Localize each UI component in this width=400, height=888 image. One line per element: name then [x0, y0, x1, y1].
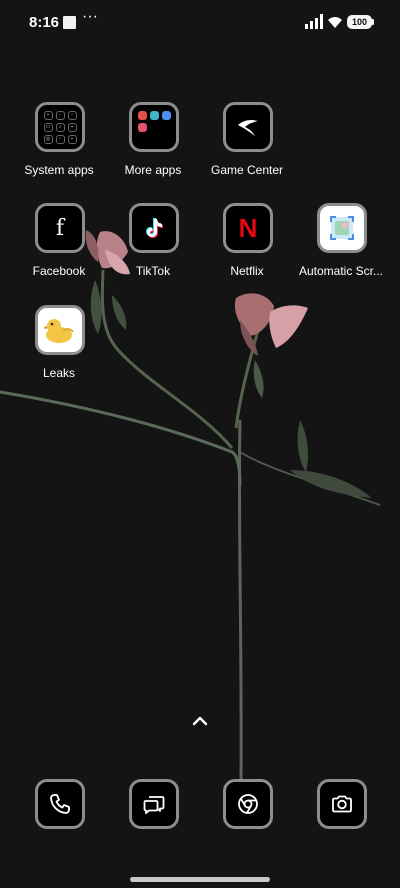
game-center-icon: [223, 102, 273, 152]
mini-app-icon: ▪: [67, 122, 77, 132]
mini-app-icon: ▫: [55, 134, 65, 144]
app-automatic-scr[interactable]: Automatic Scr...: [294, 203, 388, 289]
mini-app-icon: [161, 110, 171, 120]
mini-app-icon: ◦: [55, 110, 65, 120]
app-label: Leaks: [42, 366, 76, 380]
signal-icon: [305, 14, 323, 29]
mini-app-icon: ◎: [43, 134, 53, 144]
app-system-apps[interactable]: ▪ ◦ ▫ ▭ ♪ ▪ ◎ ▫ ▪ System apps: [12, 102, 106, 188]
notification-icon: [63, 16, 76, 29]
camera-icon: [332, 795, 352, 813]
mini-app-icon: [161, 134, 171, 144]
duck-icon: [35, 305, 85, 355]
more-notifications-icon: ···: [82, 8, 98, 25]
battery-icon: 100: [347, 15, 372, 29]
screenshot-glyph-icon: [330, 216, 354, 240]
mini-app-icon: [137, 134, 147, 144]
dock-phone[interactable]: [35, 779, 85, 829]
status-time: 8:16: [29, 14, 60, 31]
status-bar: 8:16 ··· 100: [0, 0, 400, 46]
mini-app-icon: ▪: [43, 110, 53, 120]
app-leaks[interactable]: Leaks: [12, 305, 106, 391]
dock-chrome[interactable]: [223, 779, 273, 829]
netflix-icon: N: [223, 203, 273, 253]
app-netflix[interactable]: N Netflix: [200, 203, 294, 289]
app-game-center[interactable]: Game Center: [200, 102, 294, 188]
messages-icon: [143, 796, 165, 814]
screenshot-app-icon: [317, 203, 367, 253]
mini-app-icon: [137, 122, 147, 132]
app-label: Game Center: [210, 163, 284, 177]
folder-icon: ▪ ◦ ▫ ▭ ♪ ▪ ◎ ▫ ▪: [35, 102, 85, 152]
phone-icon: [50, 794, 70, 814]
tiktok-icon: [129, 203, 179, 253]
app-more-apps[interactable]: More apps: [106, 102, 200, 188]
dock-camera[interactable]: [317, 779, 367, 829]
home-indicator[interactable]: [130, 877, 270, 882]
folder-icon: [129, 102, 179, 152]
tiktok-glyph-icon: [146, 218, 163, 238]
game-center-glyph-icon: [238, 120, 258, 136]
mini-app-icon: [149, 110, 159, 120]
facebook-icon: f: [35, 203, 85, 253]
app-tiktok[interactable]: TikTok: [106, 203, 200, 289]
mini-app-icon: ▭: [43, 122, 53, 132]
mini-app-icon: ▪: [67, 134, 77, 144]
wifi-icon: [328, 17, 342, 28]
dock-messages[interactable]: [129, 779, 179, 829]
battery-tip: [372, 19, 374, 25]
mini-app-icon: ▫: [67, 110, 77, 120]
chrome-icon: [238, 794, 258, 814]
chevron-up-icon[interactable]: [191, 713, 209, 727]
mini-app-icon: [137, 110, 147, 120]
app-label: Automatic Scr...: [298, 264, 384, 278]
mini-app-icon: [149, 122, 159, 132]
app-facebook[interactable]: f Facebook: [12, 203, 106, 289]
mini-app-icon: ♪: [55, 122, 65, 132]
duck-glyph-icon: [43, 319, 74, 343]
mini-app-icon: [161, 122, 171, 132]
mini-app-icon: [149, 134, 159, 144]
